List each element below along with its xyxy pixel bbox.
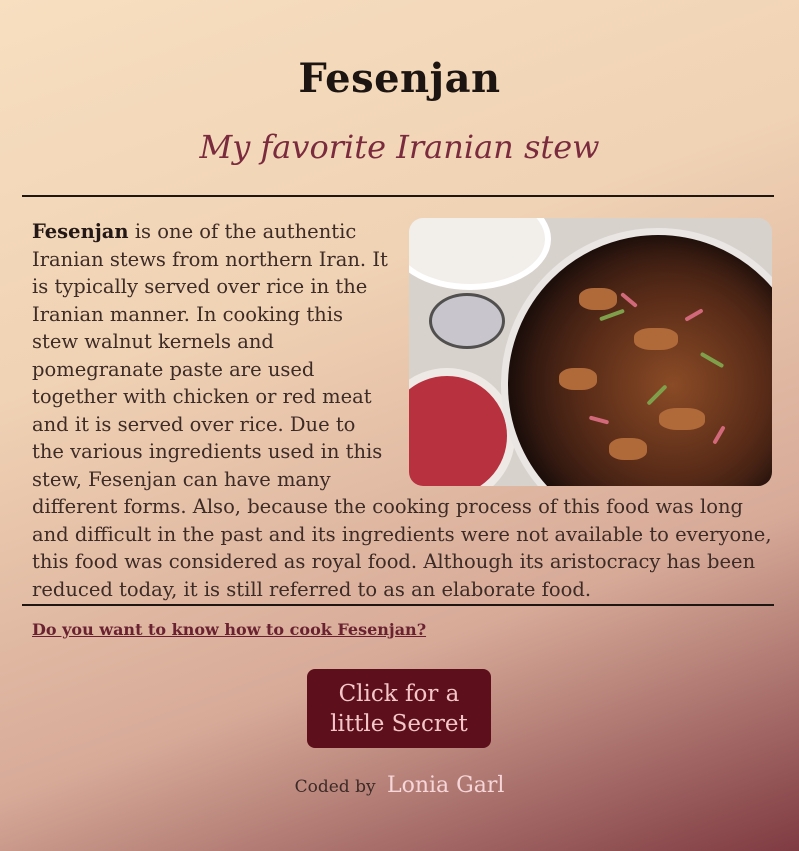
author-link[interactable]: Lonia Garl [387, 773, 504, 798]
page-title: Fesenjan [298, 55, 501, 102]
bottom-divider [22, 604, 774, 606]
page: Fesenjan My favorite Iranian stew Fesenj… [0, 0, 799, 851]
article: Fesenjan is one of the authentic Iranian… [32, 218, 772, 603]
credit-prefix: Coded by [294, 777, 376, 797]
meat-piece [609, 438, 647, 460]
top-divider [22, 195, 774, 197]
dish-name: Fesenjan [32, 220, 129, 243]
meat-piece [634, 328, 678, 350]
recipe-link[interactable]: Do you want to know how to cook Fesenjan… [32, 620, 426, 639]
page-subtitle: My favorite Iranian stew [199, 128, 600, 166]
credit: Coded by Lonia Garl [0, 773, 799, 798]
secret-button[interactable]: Click for a little Secret [307, 669, 491, 748]
meat-piece [659, 408, 705, 430]
meat-piece [579, 288, 617, 310]
fesenjan-photo [409, 218, 772, 486]
rice-plate [409, 218, 551, 290]
spoon-icon [429, 293, 505, 349]
side-plate [409, 368, 515, 486]
meat-piece [559, 368, 597, 390]
